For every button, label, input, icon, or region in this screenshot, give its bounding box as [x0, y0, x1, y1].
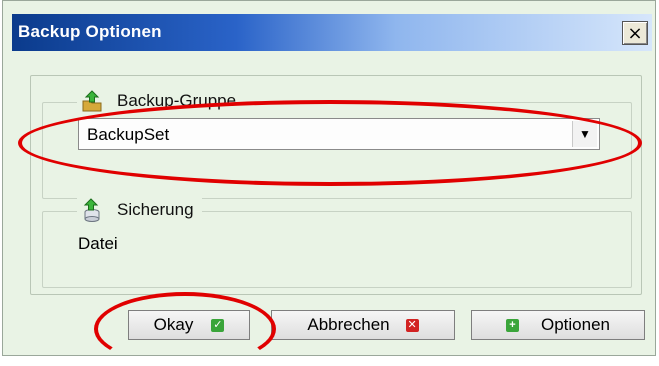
backup-legend: Sicherung: [77, 198, 202, 222]
options-button-label: Optionen: [541, 315, 610, 334]
plus-icon: +: [506, 318, 519, 332]
backup-group-legend: Backup-Gruppe: [77, 89, 245, 113]
x-icon: ✕: [405, 318, 419, 332]
backup-label: Sicherung: [117, 200, 194, 219]
backup-target-value: Datei: [78, 234, 118, 253]
cancel-button-label: Abbrechen: [307, 315, 390, 334]
backup-section: Sicherung: [42, 198, 632, 288]
folder-arrow-icon: [81, 89, 103, 113]
cancel-button[interactable]: Abbrechen ✕: [271, 310, 455, 340]
title-bar[interactable]: Backup Optionen ×: [12, 14, 652, 51]
close-icon: ×: [627, 22, 643, 44]
check-icon: ✓: [211, 318, 225, 332]
dropdown-arrow-button[interactable]: ▼: [572, 121, 597, 147]
backup-options-dialog: Backup Optionen × Backup-Gruppe BackupSe…: [2, 0, 656, 356]
backup-group-section: Backup-Gruppe: [42, 89, 632, 199]
close-button[interactable]: ×: [622, 21, 648, 45]
okay-button-label: Okay: [153, 315, 194, 334]
database-arrow-icon: [81, 198, 103, 222]
window-title: Backup Optionen: [18, 22, 162, 41]
dialog-content: Backup-Gruppe BackupSet ▼ Sicherung Date…: [12, 51, 652, 353]
chevron-down-icon: ▼: [579, 127, 591, 141]
okay-button[interactable]: Okay ✓: [128, 310, 250, 340]
backup-group-label: Backup-Gruppe: [117, 91, 237, 110]
backup-set-selected-value: BackupSet: [87, 125, 170, 144]
options-button[interactable]: + Optionen: [471, 310, 645, 340]
backup-set-dropdown[interactable]: BackupSet ▼: [78, 118, 600, 150]
